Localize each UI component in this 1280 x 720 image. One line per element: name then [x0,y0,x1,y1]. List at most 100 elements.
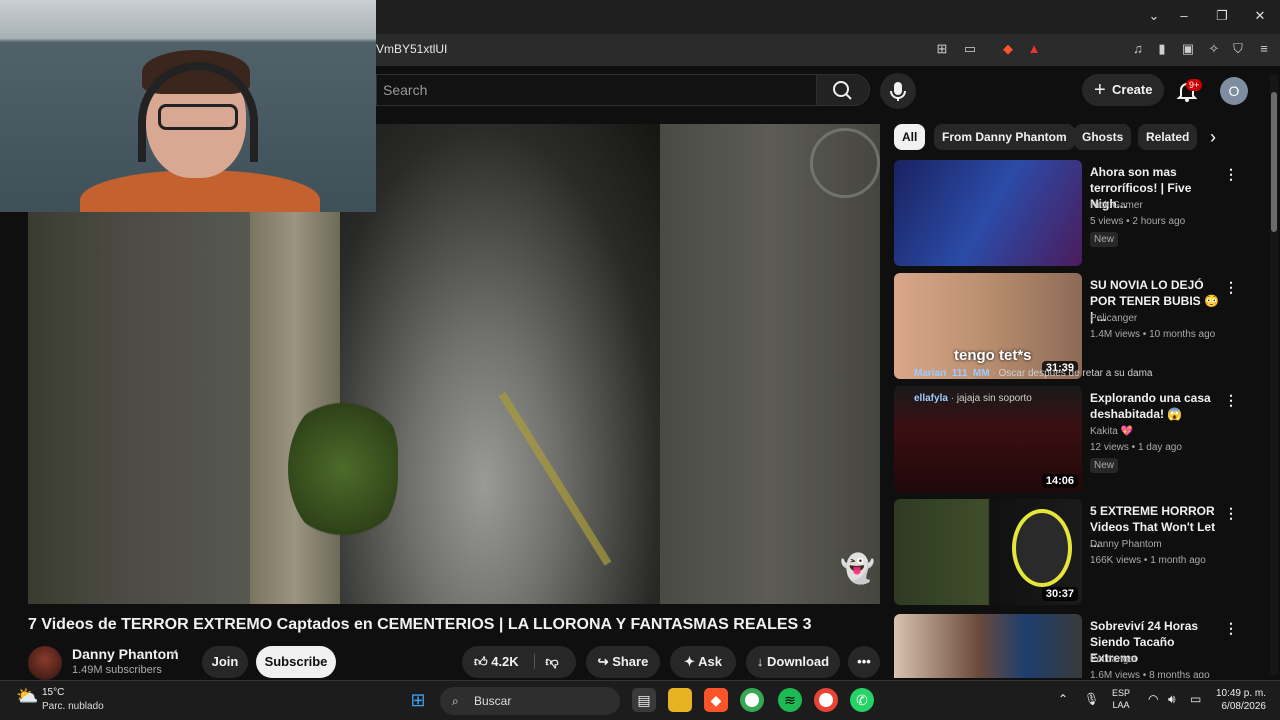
recommendation-channel[interactable]: Danny Phantom [1090,539,1162,550]
recommendation-item[interactable]: 30:37 5 EXTREME HORROR Videos That Won't… [894,499,1246,607]
chat-user: ellafyla [914,393,948,404]
url-text[interactable]: VmBY51xtlUI [376,42,447,56]
search-icon [833,81,852,100]
weather-icon[interactable]: ⛅ [16,686,38,707]
brave-shield-icon[interactable]: ◆ [998,41,1018,59]
search-button[interactable] [816,74,870,106]
recommendation-item[interactable]: Sobreviví 24 Horas Siendo Tacaño Extremo… [894,614,1246,678]
voice-search-button[interactable] [880,73,916,109]
minimize-button[interactable]: – [1172,8,1196,26]
thumbnail-caption: tengo tet*s [954,347,1032,364]
webcam-overlay [0,0,376,212]
whatsapp-icon[interactable]: ✆ [850,688,874,712]
tab-search-icon[interactable]: ⌄ [1142,8,1166,26]
recommendation-item[interactable]: Ahora son mas terroríficos! | Five Nigh.… [894,160,1246,268]
more-vert-icon[interactable]: ⋮ [1224,620,1238,637]
dislike-icon[interactable]: 👎︎ [534,654,559,669]
lang-code: ESP [1112,688,1131,698]
subscribe-button[interactable]: Subscribe [256,646,336,678]
clock[interactable]: 10:49 p. m. 6/08/2026 [1214,687,1266,713]
chip-all[interactable]: All [894,124,926,150]
channel-avatar[interactable] [28,646,62,680]
subscriber-count: 1.49M subscribers [72,664,162,676]
music-icon[interactable]: ♫ [1128,41,1148,59]
recommendation-thumbnail[interactable]: 30:37 [894,499,1082,605]
recommendation-thumbnail[interactable]: tengo tet*s 31:39 [894,273,1082,379]
like-dislike-group[interactable]: 👍︎ 4.2K 👎︎ [462,646,576,678]
recommendation-channel[interactable]: Nick Gamer [1090,200,1143,211]
search-input[interactable]: Search [376,74,816,106]
video-title: 7 Videos de TERROR EXTREMO Captados en C… [28,616,812,633]
weather-temperature[interactable]: 15°C [42,687,64,698]
more-actions-button[interactable]: ••• [848,646,880,678]
leo-ai-icon[interactable]: ✧ [1204,41,1224,59]
chip-related[interactable]: Related [1138,124,1198,150]
chip-from-danny-phantom[interactable]: From Danny Phantom [934,124,1075,150]
menu-icon[interactable]: ≡ [1254,41,1274,59]
scrollbar-thumb[interactable] [1271,92,1277,232]
task-view-icon[interactable]: ▤ [632,688,656,712]
share-button[interactable]: ↪ Share [586,646,660,678]
chat-text: Oscar despues de retar a su dama [998,368,1153,379]
more-vert-icon[interactable]: ⋮ [1224,392,1238,409]
battery-icon[interactable]: ▭ [1190,692,1201,706]
like-count[interactable]: 4.2K [491,654,518,669]
ghost-icon: 👻 [840,553,875,584]
spotify-icon[interactable]: ≋ [778,688,802,712]
cast-icon[interactable]: ▭ [960,41,980,59]
chat-overlay-line: ellafyla · jajaja sin soporto [914,393,1032,404]
recommendation-thumbnail[interactable] [894,614,1082,678]
input-language[interactable]: ESP LAA [1112,687,1130,711]
file-explorer-icon[interactable] [668,688,692,712]
recommendation-thumbnail[interactable] [894,160,1082,266]
duration-badge: 14:06 [1041,474,1078,488]
chip-ghosts[interactable]: Ghosts [1074,124,1132,150]
close-button[interactable]: ✕ [1248,8,1272,26]
sidebar-icon[interactable]: ▮ [1152,41,1172,59]
more-vert-icon[interactable]: ⋮ [1224,279,1238,296]
recommendation-channel[interactable]: Kakita 💖 [1090,426,1133,437]
download-button[interactable]: ↓ Download [746,646,840,678]
wallet-icon[interactable]: ▣ [1178,41,1198,59]
brave-rewards-icon[interactable]: ▲ [1024,41,1044,59]
download-icon: ↓ [756,654,767,669]
like-icon[interactable]: 👍︎ [474,654,488,669]
chevron-right-icon[interactable]: › [1210,128,1228,146]
chrome-icon[interactable] [740,688,764,712]
more-vert-icon[interactable]: ⋮ [1224,505,1238,522]
recommendation-meta: 5 views • 2 hours ago [1090,216,1186,227]
create-button[interactable]: + Create [1082,74,1164,106]
ask-button[interactable]: ✦ Ask [670,646,736,678]
brave-browser-icon[interactable]: ◆ [704,688,728,712]
weather-description[interactable]: Parc. nublado [42,701,104,712]
recommendation-meta: 1.4M views • 10 months ago [1090,329,1216,340]
volume-icon[interactable]: 🔊︎ [1168,692,1176,707]
recommendation-channel[interactable]: Pelicanger [1090,313,1137,324]
microphone-icon [890,82,906,101]
chrome-profile-icon[interactable] [814,688,838,712]
taskbar-search[interactable]: ⌕ Buscar [440,687,620,715]
join-button[interactable]: Join [202,646,248,678]
taskbar-search-label: Buscar [474,694,512,708]
search-icon: ⌕ [452,694,459,708]
microphone-tray-icon[interactable]: 🎙︎ [1084,692,1099,706]
chevron-up-icon[interactable]: ⌃ [1058,692,1068,706]
share-label: Share [612,654,649,669]
create-label: Create [1112,82,1153,97]
clock-date: 6/08/2026 [1221,701,1267,712]
account-avatar[interactable]: O [1220,77,1248,105]
recommendation-channel[interactable]: Pelicanger [1090,654,1137,665]
channel-name[interactable]: Danny Phantom [72,646,179,662]
wifi-icon[interactable]: ◠ [1148,692,1158,706]
video-plant [288,394,398,544]
vpn-icon[interactable]: ⛉ [1228,41,1248,59]
translate-icon[interactable]: ⊞ [932,41,952,59]
recommendation-title[interactable]: Explorando una casa deshabitada! 😱 [1090,390,1220,422]
maximize-button[interactable]: ❐ [1210,8,1234,26]
new-badge: New [1090,232,1119,247]
recommendation-item[interactable]: tengo tet*s 31:39 SU NOVIA LO DEJÓ POR T… [894,273,1246,381]
channel-watermark-icon[interactable] [810,128,880,198]
verified-icon: ✔ [170,648,179,659]
start-menu-icon[interactable]: ⊞ [406,688,430,712]
more-vert-icon[interactable]: ⋮ [1224,166,1238,183]
